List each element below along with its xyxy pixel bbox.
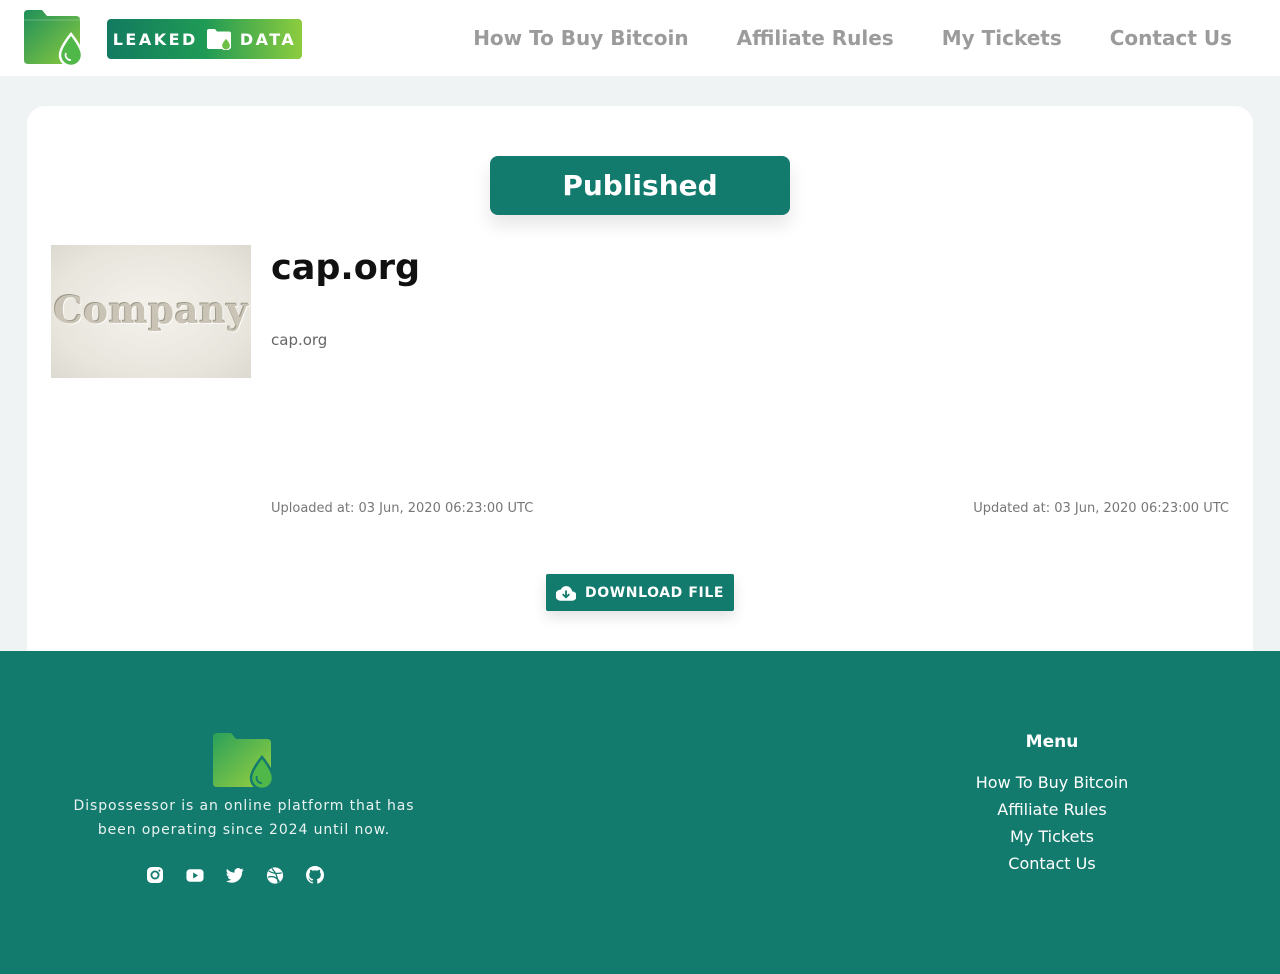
cloud-download-icon [555, 585, 576, 601]
footer-menu-title: Menu [1025, 732, 1079, 752]
twitter-icon[interactable] [226, 865, 244, 885]
brand-badge-left: LEAKED [112, 29, 198, 49]
nav-my-tickets[interactable]: My Tickets [942, 26, 1062, 50]
download-file-label: DOWNLOAD FILE [584, 584, 725, 601]
site-header: LEAKED DATA How To Buy Bitcoin Affiliate… [0, 0, 1280, 76]
instagram-icon[interactable] [146, 865, 164, 885]
footer-description: Dispossessor is an online platform that … [73, 798, 415, 838]
folder-icon [206, 29, 231, 50]
nav-contact-us[interactable]: Contact Us [1110, 26, 1232, 50]
footer-link-how-to-buy-bitcoin[interactable]: How To Buy Bitcoin [952, 769, 1152, 796]
updated-timestamp: Updated at: 03 Jun, 2020 06:23:00 UTC [973, 501, 1229, 516]
footer-menu: How To Buy Bitcoin Affiliate Rules My Ti… [952, 769, 1152, 877]
listing-description: cap.org [271, 331, 328, 349]
brand-badge[interactable]: LEAKED DATA [107, 19, 302, 59]
listing-title: cap.org [271, 248, 421, 288]
youtube-icon[interactable] [186, 865, 204, 885]
uploaded-timestamp: Uploaded at: 03 Jun, 2020 06:23:00 UTC [271, 501, 534, 516]
download-file-button[interactable]: DOWNLOAD FILE [546, 574, 734, 611]
nav-affiliate-rules[interactable]: Affiliate Rules [737, 26, 894, 50]
footer-link-contact-us[interactable]: Contact Us [952, 850, 1152, 877]
listing-card: Published Company cap.org cap.org Upload… [27, 106, 1253, 676]
brand-badge-right: DATA [239, 29, 297, 49]
site-footer: Dispossessor is an online platform that … [0, 651, 1280, 974]
footer-link-affiliate-rules[interactable]: Affiliate Rules [952, 796, 1152, 823]
social-links [146, 865, 324, 885]
main-nav: How To Buy Bitcoin Affiliate Rules My Ti… [473, 0, 1232, 76]
listing-thumbnail: Company [51, 245, 251, 378]
github-icon[interactable] [306, 865, 324, 885]
nav-how-to-buy-bitcoin[interactable]: How To Buy Bitcoin [473, 26, 688, 50]
status-badge: Published [490, 156, 790, 215]
dribbble-icon[interactable] [266, 865, 284, 885]
footer-link-my-tickets[interactable]: My Tickets [952, 823, 1152, 850]
folder-drop-logo-icon [213, 733, 275, 791]
thumbnail-text: Company [53, 288, 249, 332]
folder-drop-logo-icon[interactable] [24, 10, 84, 68]
